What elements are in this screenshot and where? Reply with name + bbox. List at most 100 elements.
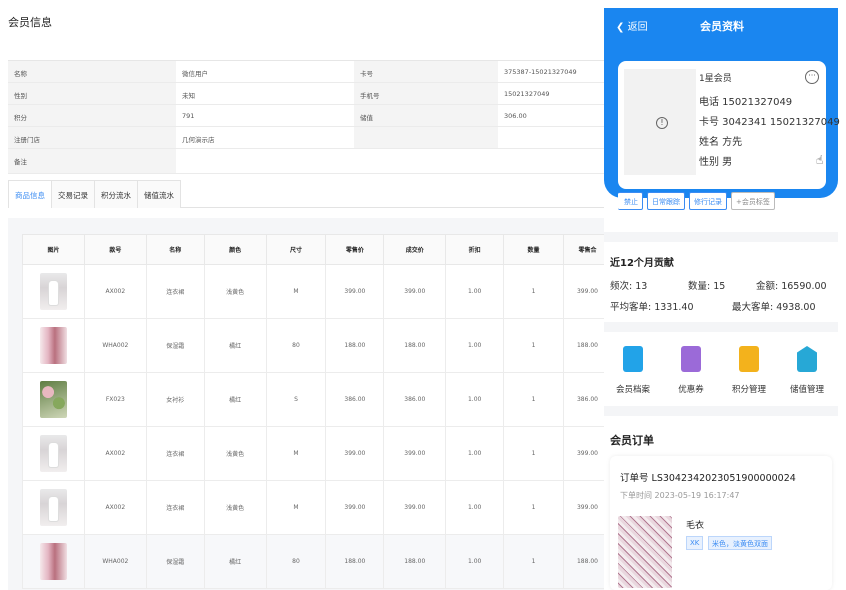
cell-deal: 399.00 [383,264,447,319]
table-container: 图片 款号 名称 颜色 尺寸 零售价 成交价 折扣 数量 零售合 AX002 连衣… [8,218,613,590]
cell-deal: 399.00 [383,426,447,481]
column-header: 颜色 [203,234,267,265]
column-header: 名称 [145,234,205,265]
info-value: 375387-15021327049 [504,68,577,76]
cell-color: 浅黄色 [203,480,267,535]
tab-stored-value-flow[interactable]: 储值流水 [137,180,181,208]
info-value: 791 [182,112,195,120]
daily-tracking-button[interactable]: 日常跟踪 [647,192,685,210]
tag-icon [797,346,817,372]
grid-stored-value[interactable]: 储值管理 [778,336,836,406]
grid-points[interactable]: 积分管理 [720,336,778,406]
cell-name: 保湿霜 [145,318,205,373]
divider [604,322,838,332]
cell-image [22,426,85,481]
orders-title: 会员订单 [610,434,654,447]
member-photo[interactable]: ! [624,69,696,175]
tab-transactions[interactable]: 交易记录 [51,180,95,208]
cell-discount: 1.00 [445,534,505,589]
cell-size: S [265,372,327,427]
mobile-title: 会员资料 [700,20,744,33]
info-value: 15021327049 [504,90,550,98]
cell-image [22,264,85,319]
tab-points-flow[interactable]: 积分流水 [94,180,138,208]
cell-code: FX023 [83,372,147,427]
product-image [618,516,672,588]
cell-discount: 1.00 [445,264,505,319]
table-row[interactable]: AX002 连衣裙 浅黄色 M 399.00 399.00 1.00 1 399.00 [22,426,613,481]
order-time: 下单时间 2023-05-19 16:17:47 [620,491,740,500]
cell-color: 橘红 [203,372,267,427]
order-card[interactable]: 订单号 LS3042342023051900000024 下单时间 2023-0… [610,456,832,590]
product-thumbnail [39,381,67,418]
coupon-icon [681,346,701,372]
stat-avg: 平均客单: 1331.40 [610,302,694,313]
tab-product-info[interactable]: 商品信息 [8,180,52,208]
cell-retail: 386.00 [325,372,385,427]
column-header: 折扣 [445,234,505,265]
cell-name: 保湿霜 [145,534,205,589]
order-number: 订单号 LS3042342023051900000024 [620,473,796,484]
record-button[interactable]: 修行记录 [689,192,727,210]
column-header: 数量 [503,234,564,265]
hand-cursor-icon: ☝ [816,153,824,167]
cell-code: WHA002 [83,318,147,373]
info-label: 卡号 [354,61,498,82]
cell-size: 80 [265,534,327,589]
member-name: 姓名 方先 [699,137,743,148]
more-icon[interactable]: ··· [805,70,819,84]
info-value: 306.00 [504,112,527,120]
product-thumbnail [39,489,67,526]
info-label: 注册门店 [8,127,176,148]
cell-size: M [265,480,327,535]
cell-size: 80 [265,318,327,373]
grid-coupons[interactable]: 优惠券 [662,336,720,406]
table-header-row: 图片 款号 名称 颜色 尺寸 零售价 成交价 折扣 数量 零售合 [22,234,613,265]
cell-qty: 1 [503,480,564,535]
cell-color: 浅黄色 [203,426,267,481]
cell-qty: 1 [503,426,564,481]
column-header: 尺寸 [265,234,327,265]
grid-label: 储值管理 [789,385,824,395]
cell-image [22,480,85,535]
cell-deal: 386.00 [383,372,447,427]
info-row: 性别 未知 手机号 15021327049 [8,83,608,105]
disable-button[interactable]: 禁止 [618,192,643,210]
cell-name: 连衣裙 [145,426,205,481]
cell-retail: 399.00 [325,264,385,319]
cell-color: 橘红 [203,534,267,589]
table-row[interactable]: WHA002 保湿霜 橘红 80 188.00 188.00 1.00 1 188.00 [22,534,613,589]
table-row[interactable]: AX002 连衣裙 浅黄色 M 399.00 399.00 1.00 1 399.00 [22,480,613,535]
cell-retail: 188.00 [325,318,385,373]
feature-grid: 会员档案 优惠券 积分管理 储值管理 [604,336,838,406]
info-icon: ! [656,117,668,129]
color-tag: 米色，淡黄色双面 [708,536,772,550]
cell-qty: 1 [503,264,564,319]
info-label: 手机号 [354,83,498,104]
cell-discount: 1.00 [445,426,505,481]
archive-icon [623,346,643,372]
cell-image [22,318,85,373]
cell-image [22,534,85,589]
table-row[interactable]: AX002 连衣裙 浅黄色 M 399.00 399.00 1.00 1 399.00 [22,264,613,319]
back-label: 返回 [627,22,648,33]
cell-name: 连衣裙 [145,480,205,535]
info-value: 未知 [182,92,195,100]
column-header: 款号 [83,234,147,265]
grid-member-archive[interactable]: 会员档案 [604,336,662,406]
cell-name: 女衬衫 [145,372,205,427]
info-label: 备注 [8,149,176,173]
cell-qty: 1 [503,534,564,589]
cell-size: M [265,264,327,319]
cell-retail: 188.00 [325,534,385,589]
cell-image [22,372,85,427]
table-row[interactable]: WHA002 保湿霜 橘红 80 188.00 188.00 1.00 1 188.00 [22,318,613,373]
product-thumbnail [39,327,67,364]
table-row[interactable]: FX023 女衬衫 橘红 S 386.00 386.00 1.00 1 386.00 [22,372,613,427]
stats-title: 近12个月贡献 [610,258,674,269]
divider [604,406,838,416]
back-button[interactable]: ❮ 返回 [616,18,648,33]
cell-code: WHA002 [83,534,147,589]
add-tag-button[interactable]: +会员标签 [731,192,775,210]
info-value: 几何演示店 [182,136,215,144]
